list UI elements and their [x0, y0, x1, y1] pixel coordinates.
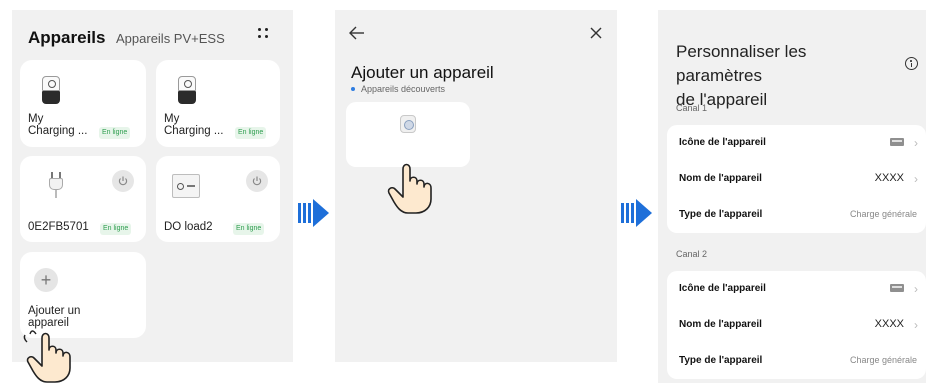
step-arrow-icon [621, 199, 652, 227]
device-name: 0E2FB5701 [28, 221, 89, 233]
back-arrow-icon[interactable] [349, 26, 365, 40]
chevron-right-icon: › [914, 318, 918, 332]
page-title: Personnaliser les paramètres de l'appare… [676, 40, 896, 112]
chevron-right-icon: › [914, 282, 918, 296]
channel-label: Canal 1 [676, 103, 708, 113]
more-grid-icon[interactable] [256, 26, 270, 40]
status-badge: En ligne [100, 223, 132, 235]
device-card-charger-1[interactable]: My Charging ... En ligne [20, 60, 146, 147]
device-card-plug[interactable]: 0E2FB5701 En ligne [20, 156, 146, 242]
channel-settings-card: Icône de l'appareil › Nom de l'appareil … [667, 271, 926, 379]
row-value: XXXX [874, 172, 904, 184]
row-label: Type de l'appareil [679, 209, 763, 220]
device-settings-screen: Personnaliser les paramètres de l'appare… [658, 10, 926, 383]
add-device-screen: Ajouter un appareil Appareils découverts [335, 10, 617, 362]
load-switch-icon [172, 174, 200, 198]
row-device-icon[interactable]: Icône de l'appareil › [667, 271, 926, 307]
device-name-line2: Charging ... [28, 125, 88, 137]
row-label: Nom de l'appareil [679, 319, 762, 330]
device-card-charger-2[interactable]: My Charging ... En ligne [156, 60, 280, 147]
plug-icon [48, 172, 64, 198]
socket-icon [400, 115, 416, 133]
status-badge: En ligne [235, 127, 267, 139]
row-label: Icône de l'appareil [679, 137, 766, 148]
channel-label: Canal 2 [676, 249, 708, 259]
plus-icon: + [34, 268, 58, 292]
close-icon[interactable] [590, 27, 602, 39]
section-dot [351, 87, 355, 91]
row-device-type[interactable]: Type de l'appareil Charge générale [667, 197, 926, 233]
device-thumbnail-icon [890, 138, 904, 146]
row-value: Charge générale [849, 355, 917, 365]
status-badge: En ligne [233, 223, 265, 235]
row-label: Type de l'appareil [679, 355, 763, 366]
row-device-name[interactable]: Nom de l'appareil XXXX › [667, 307, 926, 343]
device-thumbnail-icon [890, 284, 904, 292]
device-name-line2: Charging ... [164, 125, 224, 137]
row-value: XXXX [874, 318, 904, 330]
row-device-name[interactable]: Nom de l'appareil XXXX › [667, 161, 926, 197]
row-value: Charge générale [849, 209, 917, 219]
device-name: DO load2 [164, 221, 213, 233]
tab-pv-ess[interactable]: Appareils PV+ESS [116, 31, 225, 46]
section-label: Appareils découverts [361, 84, 446, 94]
step-arrow-icon [298, 199, 329, 227]
channel-settings-card: Icône de l'appareil › Nom de l'appareil … [667, 125, 926, 233]
tap-hand-icon [23, 330, 71, 383]
page-title-line2: de l'appareil [676, 90, 768, 109]
page-title: Ajouter un appareil [351, 63, 494, 82]
row-label: Nom de l'appareil [679, 173, 762, 184]
page-title: Appareils [28, 28, 106, 47]
charger-icon [42, 76, 60, 104]
info-icon[interactable] [905, 57, 918, 70]
row-device-type[interactable]: Type de l'appareil Charge générale [667, 343, 926, 379]
power-icon[interactable] [112, 170, 134, 192]
tap-hand-icon [387, 163, 432, 214]
chevron-right-icon: › [914, 172, 918, 186]
charger-icon [178, 76, 196, 104]
page-title-line1: Personnaliser les paramètres [676, 42, 807, 85]
row-device-icon[interactable]: Icône de l'appareil › [667, 125, 926, 161]
row-label: Icône de l'appareil [679, 283, 766, 294]
device-card-load[interactable]: DO load2 En ligne [156, 156, 280, 242]
status-badge: En ligne [99, 127, 131, 139]
devices-screen: Appareils Appareils PV+ESS My Charging .… [12, 10, 293, 362]
power-icon[interactable] [246, 170, 268, 192]
chevron-right-icon: › [914, 136, 918, 150]
